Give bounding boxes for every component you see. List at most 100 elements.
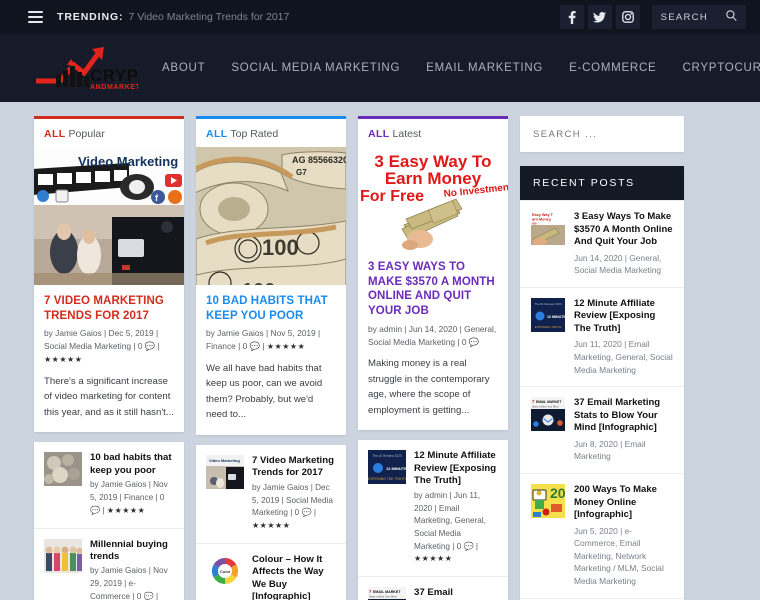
recent-post-title[interactable]: 200 Ways To Make Money Online [Infograph… bbox=[574, 484, 673, 522]
sidebar-search-input[interactable] bbox=[533, 128, 671, 140]
list-item[interactable]: The #1 Review 2020 12 MINUTE EXPOSING TH… bbox=[358, 440, 508, 577]
column-top-rated: ALL Top Rated AG 85566320 G7 100 100 10 … bbox=[196, 116, 346, 600]
nav-social-media-marketing[interactable]: SOCIAL MEDIA MARKETING bbox=[231, 62, 400, 74]
list-item-title[interactable]: 12 Minute Affiliate Review [Exposing The… bbox=[414, 450, 498, 487]
featured-body-popular: 7 VIDEO MARKETING TRENDS FOR 2017 by Jam… bbox=[34, 285, 184, 432]
list-item-body: 12 Minute Affiliate Review [Exposing The… bbox=[414, 450, 498, 566]
featured-thumbnail-popular[interactable]: Video Marketing f bbox=[34, 147, 184, 285]
recent-posts-heading: RECENT POSTS bbox=[520, 166, 684, 200]
post-meta: by Jamie Gaios | Dec 5, 2019 | Social Me… bbox=[44, 327, 174, 366]
list-item-title[interactable]: 37 Email Marketing Stats to Blow Your Mi… bbox=[414, 587, 498, 600]
twitter-icon[interactable] bbox=[587, 5, 612, 29]
list-item-meta: by Jamie Gaios | Dec 5, 2019 | Social Me… bbox=[252, 482, 336, 533]
post-title[interactable]: 7 VIDEO MARKETING TRENDS FOR 2017 bbox=[44, 294, 174, 323]
top-search-label: SEARCH bbox=[660, 11, 708, 23]
post-excerpt: There's a significant increase of video … bbox=[44, 375, 174, 418]
recent-post-title[interactable]: 12 Minute Affiliate Review [Exposing The… bbox=[574, 298, 673, 336]
post-title[interactable]: 10 BAD HABITS THAT KEEP YOU POOR bbox=[206, 294, 336, 323]
column-tag: ALL bbox=[44, 128, 66, 140]
recent-post-title[interactable]: 37 Email Marketing Stats to Blow Your Mi… bbox=[574, 397, 673, 435]
svg-text:The #1 Review 2020: The #1 Review 2020 bbox=[372, 454, 401, 458]
trending-headline-link[interactable]: 7 Video Marketing Trends for 2017 bbox=[128, 11, 289, 23]
svg-text:Color: Color bbox=[220, 569, 231, 574]
list-item-thumbnail: Color bbox=[206, 553, 244, 588]
post-meta-text: by Jamie Gaios | Dec 5, 2019 | Social Me… bbox=[44, 328, 160, 352]
instagram-icon[interactable] bbox=[615, 5, 640, 29]
svg-text:EXPOSING THE TRUTH: EXPOSING THE TRUTH bbox=[368, 477, 406, 481]
svg-text:Video Marketing: Video Marketing bbox=[209, 458, 240, 463]
svg-text:100: 100 bbox=[242, 280, 275, 285]
list-item[interactable]: 10 bad habits that keep you poor by Jami… bbox=[34, 442, 184, 528]
svg-text:EXPOSING TRUTH: EXPOSING TRUTH bbox=[535, 325, 562, 329]
recent-post-item[interactable]: 20 200 Ways To Make Money Online [Infogr… bbox=[520, 473, 684, 598]
rating-stars: ★★★★★ bbox=[106, 505, 146, 515]
svg-text:EMAIL MARKET: EMAIL MARKET bbox=[373, 590, 401, 594]
recent-post-body: 12 Minute Affiliate Review [Exposing The… bbox=[574, 298, 673, 376]
featured-card-top-rated: ALL Top Rated AG 85566320 G7 100 100 10 … bbox=[196, 116, 346, 435]
svg-text:12 MINUTE: 12 MINUTE bbox=[547, 315, 565, 319]
svg-text:The #1 Review 2020: The #1 Review 2020 bbox=[534, 302, 562, 306]
site-logo[interactable]: CRYPTO ANDMARKETING bbox=[34, 45, 138, 91]
hamburger-line bbox=[28, 11, 43, 13]
page-body: ALL Popular Video Marketing f 7 VIDEO MA… bbox=[0, 102, 760, 600]
column-latest: ALL Latest 3 Easy Way To Earn Money For … bbox=[358, 116, 508, 600]
column-tag: ALL bbox=[206, 128, 228, 140]
list-item[interactable]: 7 EMAIL MARKET Stats to Blow Your Mind 3… bbox=[358, 576, 508, 600]
featured-body-top-rated: 10 BAD HABITS THAT KEEP YOU POOR by Jami… bbox=[196, 285, 346, 435]
hamburger-line bbox=[28, 16, 43, 18]
list-item-title[interactable]: 7 Video Marketing Trends for 2017 bbox=[252, 455, 336, 480]
recent-post-item[interactable]: Easy Way T arn Money ree 3 Easy Ways To … bbox=[520, 200, 684, 287]
nav-email-marketing[interactable]: EMAIL MARKETING bbox=[426, 62, 543, 74]
recent-post-thumbnail: 20 bbox=[531, 484, 565, 519]
svg-text:CRYPTO: CRYPTO bbox=[90, 66, 138, 85]
list-item-title[interactable]: 10 bad habits that keep you poor bbox=[90, 452, 174, 477]
rating-stars: ★★★★★ bbox=[414, 554, 453, 564]
column-popular: ALL Popular Video Marketing f 7 VIDEO MA… bbox=[34, 116, 184, 600]
list-item-meta-text: by Jamie Gaios | Nov 29, 2019 | e-Commer… bbox=[90, 566, 168, 600]
column-tag: ALL bbox=[368, 128, 390, 140]
list-item[interactable]: Millennial buying trends by Jamie Gaios … bbox=[34, 527, 184, 600]
list-item[interactable]: Color Colour – How It Affects the Way We… bbox=[196, 542, 346, 600]
list-item-body: Colour – How It Affects the Way We Buy [… bbox=[252, 554, 336, 600]
hamburger-icon[interactable] bbox=[28, 11, 43, 23]
post-title[interactable]: 3 EASY WAYS TO MAKE $3570 A MONTH ONLINE… bbox=[368, 260, 498, 319]
svg-text:ANDMARKETING: ANDMARKETING bbox=[90, 84, 138, 91]
svg-text:100: 100 bbox=[262, 235, 299, 260]
nav-e-commerce[interactable]: E-COMMERCE bbox=[569, 62, 656, 74]
featured-card-popular: ALL Popular Video Marketing f 7 VIDEO MA… bbox=[34, 116, 184, 433]
list-item-body: Millennial buying trends by Jamie Gaios … bbox=[90, 539, 174, 600]
list-item-title[interactable]: Colour – How It Affects the Way We Buy [… bbox=[252, 554, 336, 600]
sidebar-search-widget[interactable] bbox=[520, 116, 684, 152]
list-item-title[interactable]: Millennial buying trends bbox=[90, 539, 174, 564]
featured-thumbnail-latest[interactable]: 3 Easy Way To Earn Money For Free No Inv… bbox=[358, 147, 508, 251]
nav-about[interactable]: ABOUT bbox=[162, 62, 205, 74]
column-header-popular: ALL Popular bbox=[34, 119, 184, 147]
svg-text:For Free: For Free bbox=[360, 188, 424, 205]
post-meta: by admin | Jun 14, 2020 | General, Socia… bbox=[368, 323, 498, 349]
svg-text:G7: G7 bbox=[296, 168, 307, 177]
top-search-button[interactable]: SEARCH bbox=[651, 5, 746, 29]
trending-label: TRENDING: bbox=[57, 11, 124, 23]
column-header-latest: ALL Latest bbox=[358, 119, 508, 147]
site-header: CRYPTO ANDMARKETING ABOUT SOCIAL MEDIA M… bbox=[0, 34, 760, 102]
recent-post-item[interactable]: The #1 Review 2020 12 MINUTE EXPOSING TR… bbox=[520, 286, 684, 386]
recent-post-title[interactable]: 3 Easy Ways To Make $3570 A Month Online… bbox=[574, 211, 673, 249]
post-meta-text: by admin | Jun 14, 2020 | General, Socia… bbox=[368, 323, 497, 347]
recent-post-meta: Jun 5, 2020 | e-Commerce, Email Marketin… bbox=[574, 525, 664, 587]
svg-text:AG 85566320: AG 85566320 bbox=[292, 155, 346, 165]
column-label: Popular bbox=[68, 128, 105, 140]
recent-post-item[interactable]: 7 EMAIL MARKET Stats to Blow Your Mind 3… bbox=[520, 386, 684, 473]
list-item-meta-text: by admin | Jun 11, 2020 | Email Marketin… bbox=[414, 490, 486, 551]
list-item[interactable]: Video Marketing 7 Video Marketing Trends… bbox=[196, 444, 346, 543]
facebook-icon[interactable] bbox=[559, 5, 584, 29]
svg-text:EMAIL MARKET: EMAIL MARKET bbox=[536, 400, 561, 404]
post-meta: by Jamie Gaios | Nov 5, 2019 | Finance |… bbox=[206, 327, 336, 353]
top-bar: TRENDING: 7 Video Marketing Trends for 2… bbox=[0, 0, 760, 34]
featured-thumbnail-top-rated[interactable]: AG 85566320 G7 100 100 bbox=[196, 147, 346, 285]
post-excerpt: Making money is a real struggle in the c… bbox=[368, 358, 490, 416]
post-columns: ALL Popular Video Marketing f 7 VIDEO MA… bbox=[34, 116, 508, 600]
nav-cryptocurrency[interactable]: CRYPTOCURRENCY bbox=[682, 62, 760, 74]
list-item-thumbnail: The #1 Review 2020 12 MINUTE EXPOSING TH… bbox=[368, 450, 406, 485]
recent-post-body: 200 Ways To Make Money Online [Infograph… bbox=[574, 484, 673, 588]
recent-post-meta: Jun 8, 2020 | Email Marketing bbox=[574, 438, 646, 462]
